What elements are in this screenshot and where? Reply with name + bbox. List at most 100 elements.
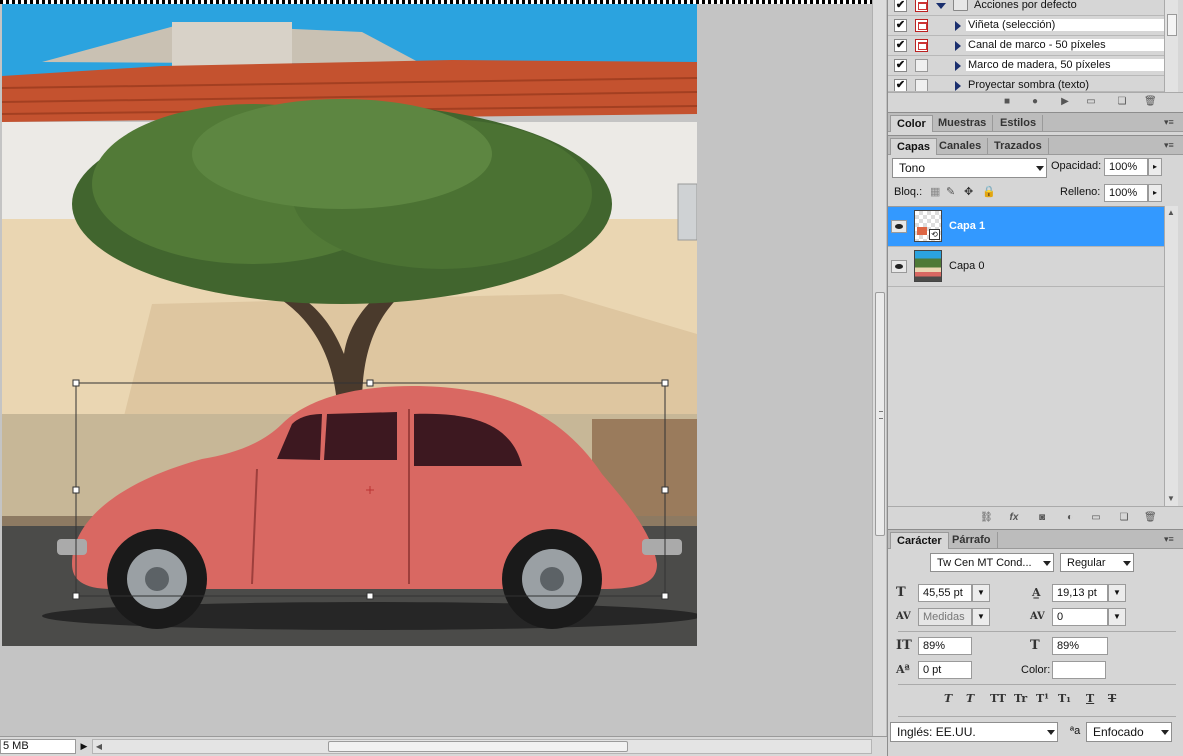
- antialias-dropdown[interactable]: Enfocado: [1086, 722, 1172, 742]
- action-row[interactable]: ✔ Proyectar sombra (texto): [888, 76, 1164, 92]
- panel-menu-icon[interactable]: ▾≡: [1164, 534, 1178, 544]
- small-caps-button[interactable]: Tr: [1014, 692, 1027, 706]
- layer-row[interactable]: ⟲ Capa 1: [888, 207, 1164, 247]
- tab-color[interactable]: Color: [890, 115, 933, 132]
- action-set-row[interactable]: ✔ Acciones por defecto: [888, 0, 1164, 16]
- link-icon[interactable]: ⛓: [980, 512, 993, 524]
- new-layer-icon[interactable]: ❏: [1118, 512, 1130, 524]
- dialog-toggle-icon[interactable]: [915, 0, 928, 12]
- fill-input[interactable]: 100%: [1104, 184, 1148, 202]
- leading-dropdown-button[interactable]: ▼: [1108, 584, 1126, 602]
- trash-icon[interactable]: 🗑: [1144, 96, 1157, 108]
- document-canvas[interactable]: [0, 0, 872, 736]
- kerning-dropdown-button[interactable]: ▼: [972, 608, 990, 626]
- action-toggle-checkbox[interactable]: ✔: [894, 39, 907, 52]
- tracking-dropdown-button[interactable]: ▼: [1108, 608, 1126, 626]
- document-size: 5 MB: [0, 739, 76, 754]
- chevron-down-icon: [1047, 730, 1055, 735]
- play-icon[interactable]: ▶: [1059, 96, 1071, 108]
- transform-bounding-box[interactable]: [0, 0, 872, 736]
- font-family-dropdown[interactable]: Tw Cen MT Cond...: [930, 553, 1054, 572]
- layer-row[interactable]: Capa 0: [888, 247, 1164, 287]
- panel-menu-icon[interactable]: ▾≡: [1164, 117, 1178, 127]
- trash-icon[interactable]: 🗑: [1144, 512, 1157, 524]
- tab-layers[interactable]: Capas: [890, 138, 938, 155]
- font-style-dropdown[interactable]: Regular: [1060, 553, 1134, 572]
- action-row[interactable]: ✔ Marco de madera, 50 píxeles: [888, 56, 1164, 76]
- horizontal-scale-input[interactable]: 89%: [1052, 637, 1108, 655]
- fill-slider-button[interactable]: ▸: [1148, 184, 1162, 202]
- group-icon[interactable]: ▭: [1090, 512, 1102, 524]
- expand-triangle-icon[interactable]: [955, 61, 961, 71]
- scroll-thumb[interactable]: [875, 292, 885, 536]
- divider: [898, 631, 1176, 632]
- actions-scrollbar[interactable]: [1164, 0, 1178, 92]
- language-dropdown[interactable]: Inglés: EE.UU.: [890, 722, 1058, 742]
- blend-mode-dropdown[interactable]: Tono: [892, 158, 1047, 178]
- canvas-vertical-scrollbar[interactable]: [872, 0, 886, 736]
- leading-input[interactable]: 19,13 pt: [1052, 584, 1108, 602]
- expand-triangle-icon[interactable]: [955, 41, 961, 51]
- faux-italic-button[interactable]: T: [966, 692, 974, 706]
- tracking-input[interactable]: 0: [1052, 608, 1108, 626]
- font-size-input[interactable]: 45,55 pt: [918, 584, 972, 602]
- fx-icon[interactable]: fx: [1008, 512, 1020, 524]
- faux-bold-button[interactable]: T: [944, 692, 952, 706]
- subscript-button[interactable]: T₁: [1058, 692, 1071, 706]
- lock-all-icon[interactable]: 🔒: [982, 185, 996, 198]
- scroll-left-icon[interactable]: ◀: [93, 740, 105, 753]
- dialog-toggle-icon[interactable]: [915, 39, 928, 52]
- tab-paragraph[interactable]: Párrafo: [946, 532, 998, 549]
- tab-channels[interactable]: Canales: [933, 138, 989, 155]
- eye-icon[interactable]: [891, 260, 907, 273]
- dialog-toggle-icon[interactable]: [915, 79, 928, 91]
- action-toggle-checkbox[interactable]: ✔: [894, 19, 907, 32]
- scroll-down-icon[interactable]: ▼: [1165, 492, 1177, 505]
- expand-triangle-icon[interactable]: [955, 81, 961, 91]
- lock-pixels-icon[interactable]: ✎: [946, 185, 955, 198]
- new-set-icon[interactable]: ▭: [1085, 96, 1097, 108]
- mask-icon[interactable]: ◙: [1036, 512, 1048, 524]
- scroll-up-icon[interactable]: ▲: [1165, 206, 1177, 219]
- action-toggle-checkbox[interactable]: ✔: [894, 79, 907, 91]
- status-menu-arrow-icon[interactable]: ▶: [78, 739, 90, 754]
- kerning-input[interactable]: Medidas: [918, 608, 972, 626]
- expand-triangle-icon[interactable]: [936, 3, 946, 9]
- superscript-button[interactable]: T¹: [1036, 692, 1049, 706]
- eye-icon[interactable]: [891, 220, 907, 233]
- new-action-icon[interactable]: ❏: [1116, 96, 1128, 108]
- tab-styles[interactable]: Estilos: [994, 115, 1044, 132]
- scroll-thumb[interactable]: [328, 741, 628, 752]
- all-caps-button[interactable]: TT: [990, 692, 1006, 706]
- strikethrough-button[interactable]: T: [1108, 692, 1116, 706]
- layers-scrollbar[interactable]: ▲ ▼: [1164, 206, 1178, 506]
- opacity-slider-button[interactable]: ▸: [1148, 158, 1162, 176]
- chevron-down-icon: [1161, 730, 1169, 735]
- action-toggle-checkbox[interactable]: ✔: [894, 59, 907, 72]
- action-toggle-checkbox[interactable]: ✔: [894, 0, 907, 12]
- tab-swatches[interactable]: Muestras: [932, 115, 994, 132]
- dialog-toggle-icon[interactable]: [915, 19, 928, 32]
- lock-transparency-icon[interactable]: ▦: [930, 185, 940, 198]
- opacity-input[interactable]: 100%: [1104, 158, 1148, 176]
- dialog-toggle-icon[interactable]: [915, 59, 928, 72]
- action-row[interactable]: ✔ Viñeta (selección): [888, 16, 1164, 36]
- underline-button[interactable]: T: [1086, 692, 1094, 706]
- actions-panel: ✔ Acciones por defecto ✔ Viñeta (selecci…: [888, 0, 1183, 112]
- tab-character[interactable]: Carácter: [890, 532, 949, 549]
- canvas-horizontal-scrollbar[interactable]: ◀: [92, 739, 872, 754]
- panel-menu-icon[interactable]: ▾≡: [1164, 140, 1178, 150]
- expand-triangle-icon[interactable]: [955, 21, 961, 31]
- vertical-scale-input[interactable]: 89%: [918, 637, 972, 655]
- baseline-shift-input[interactable]: 0 pt: [918, 661, 972, 679]
- action-row[interactable]: ✔ Canal de marco - 50 píxeles: [888, 36, 1164, 56]
- text-color-swatch[interactable]: [1052, 661, 1106, 679]
- adjustment-icon[interactable]: ◐: [1064, 512, 1076, 524]
- lock-position-icon[interactable]: ✥: [964, 185, 973, 198]
- stop-icon[interactable]: ■: [1001, 96, 1013, 108]
- tab-paths[interactable]: Trazados: [988, 138, 1049, 155]
- chevron-down-icon: [1043, 561, 1051, 566]
- record-icon[interactable]: ●: [1029, 96, 1041, 108]
- scroll-thumb[interactable]: [1167, 14, 1177, 36]
- font-size-dropdown-button[interactable]: ▼: [972, 584, 990, 602]
